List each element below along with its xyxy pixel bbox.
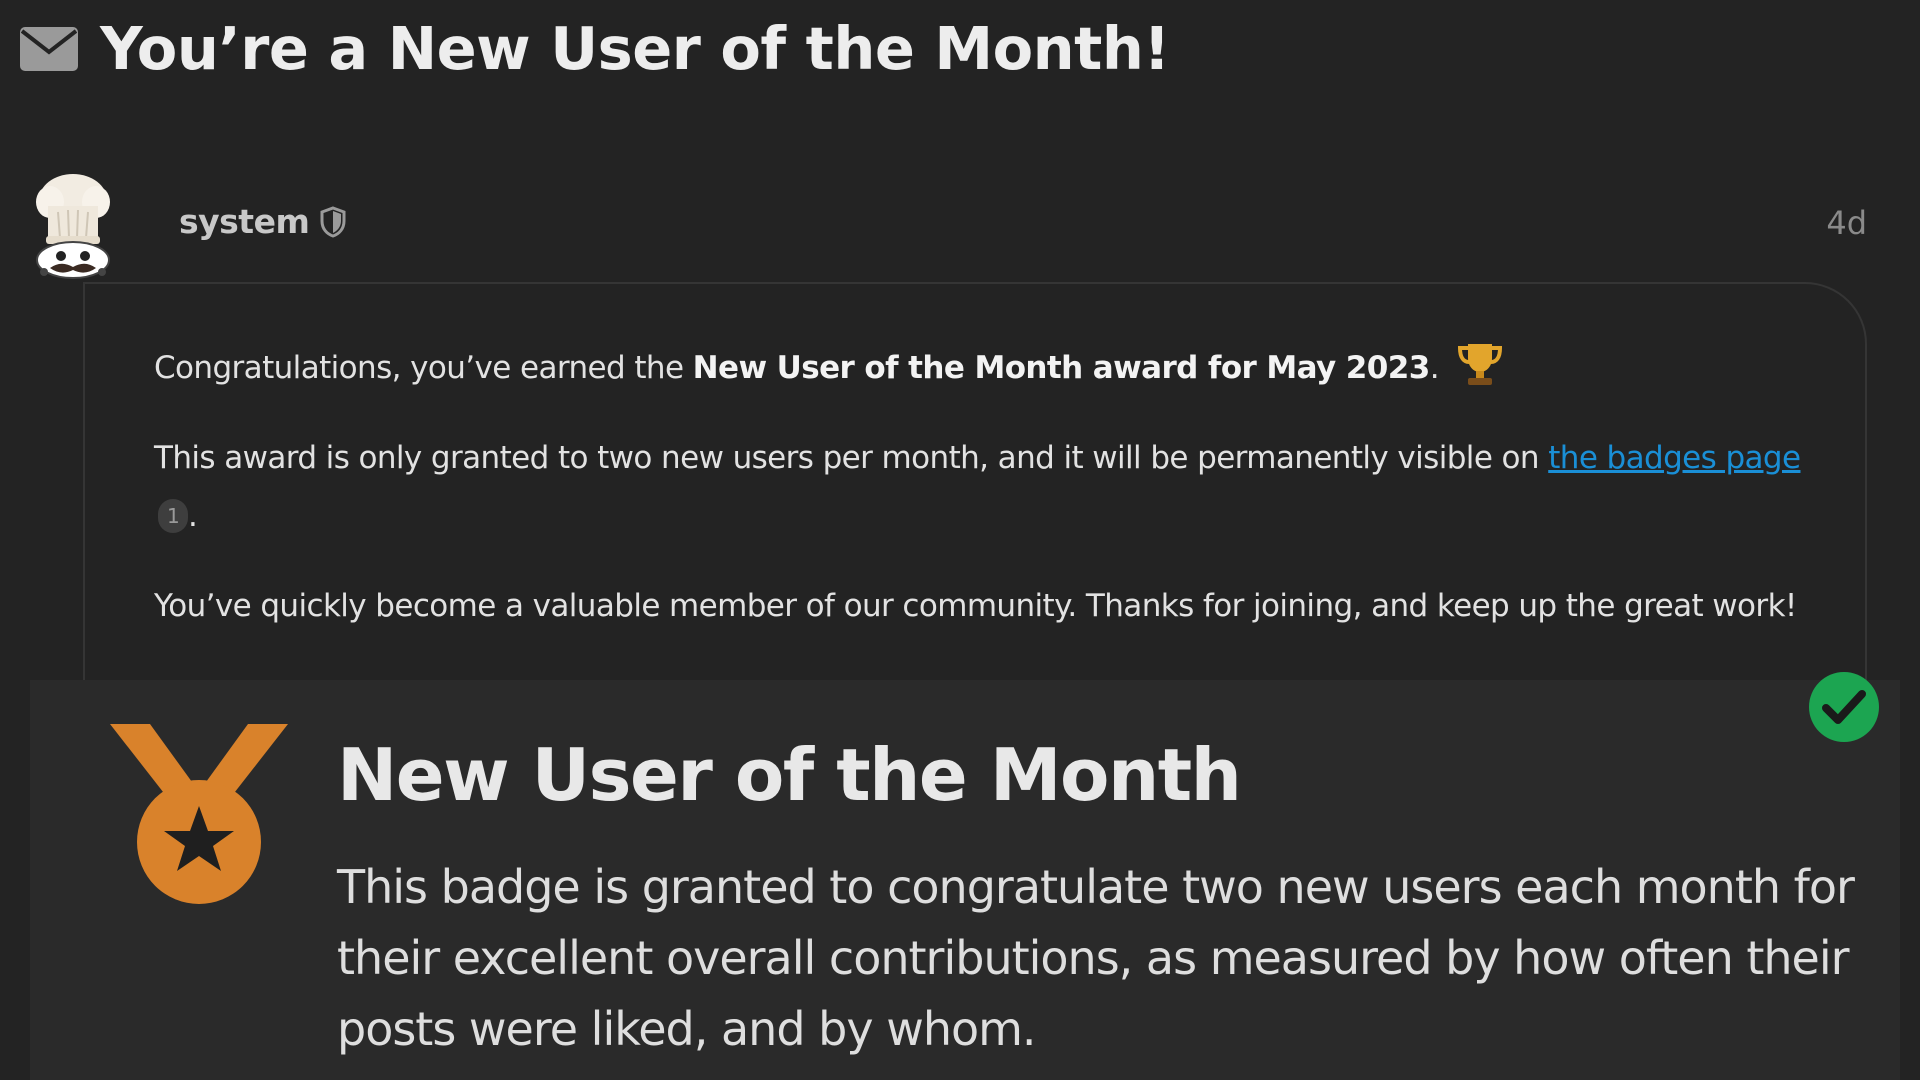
- check-icon: [1809, 672, 1879, 742]
- username[interactable]: system: [179, 202, 310, 241]
- shield-icon: [320, 205, 346, 238]
- post-paragraph: This award is only granted to two new us…: [154, 429, 1829, 545]
- post-body: Congratulations, you’ve earned the New U…: [154, 338, 1829, 667]
- avatar[interactable]: [28, 172, 118, 284]
- badge-name[interactable]: New User of the Month: [337, 733, 1242, 817]
- medal-icon: [110, 724, 288, 904]
- badges-page-link[interactable]: the badges page: [1548, 440, 1801, 476]
- post-text: .: [188, 498, 198, 534]
- post-text: .: [1429, 350, 1440, 386]
- post-text: This award is only granted to two new us…: [154, 440, 1549, 476]
- page: You’re a New User of the Month! system 4…: [0, 0, 1920, 1080]
- post-author: system: [179, 202, 347, 241]
- topic-header: You’re a New User of the Month!: [18, 14, 1170, 83]
- post-text: Congratulations, you’ve earned the: [154, 350, 693, 386]
- post-date[interactable]: 4d: [1826, 204, 1867, 242]
- envelope-icon: [20, 26, 78, 71]
- post-paragraph: Congratulations, you’ve earned the New U…: [154, 338, 1829, 397]
- award-name: New User of the Month award for May 2023: [692, 350, 1431, 386]
- link-click-count: 1: [158, 499, 188, 533]
- badge-description: This badge is granted to congratulate tw…: [337, 860, 1855, 1056]
- topic-title[interactable]: You’re a New User of the Month!: [100, 14, 1170, 83]
- trophy-icon: [1458, 344, 1503, 385]
- post-paragraph: You’ve quickly become a valuable member …: [154, 588, 1797, 624]
